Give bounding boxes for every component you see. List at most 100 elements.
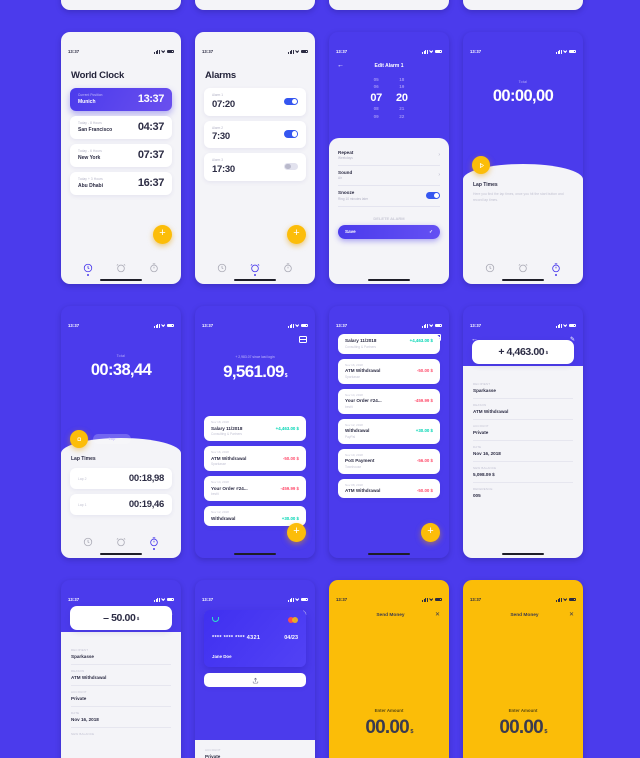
share-button[interactable] [204, 673, 306, 687]
transaction-date: Nov 16, 2018 [211, 450, 229, 454]
hour-option[interactable]: 08 [374, 106, 379, 111]
transaction-sub: bestit [211, 492, 219, 496]
clock-card[interactable]: Today - 8 Hours San Francisco 04:37 [70, 116, 172, 139]
transaction-sub: Townhouse [345, 464, 362, 469]
transaction-row[interactable]: Nov 08, 2018 ATM Withdrawal -50.00 $ [338, 478, 440, 498]
tab-alarms[interactable] [250, 263, 260, 276]
save-button[interactable]: Save ✓ [338, 224, 440, 239]
status-icons [556, 49, 576, 54]
snooze-toggle[interactable] [426, 191, 440, 200]
status-time: 13:37 [470, 323, 482, 328]
setting-row-repeat[interactable]: Repeat Weekdays › [338, 146, 440, 167]
back-arrow-icon[interactable]: ← [337, 62, 347, 69]
transaction-row[interactable]: Nov 12, 2018 Withdrawal +30.00 $ [204, 506, 306, 526]
transaction-row[interactable]: Nov 12, 2018 Withdrawal +30.00 $ PayPal [338, 418, 440, 444]
chevron-right-icon[interactable]: › [438, 172, 440, 178]
transaction-name: Your Order #24... [211, 485, 248, 491]
add-transaction-button[interactable]: + [287, 523, 306, 542]
tab-stopwatch[interactable] [149, 262, 159, 273]
clock-card[interactable]: Current Position Munich 13:37 [70, 88, 172, 111]
hour-option[interactable]: 06 [374, 84, 379, 89]
tab-active-dot [153, 547, 156, 550]
alarm-toggle[interactable] [284, 130, 298, 138]
hour-option[interactable]: 09 [374, 114, 379, 119]
amount-value[interactable]: 00.00 $ [463, 717, 583, 739]
transaction-amount: -459.99 $ [280, 485, 299, 491]
tab-world-clock[interactable] [217, 263, 227, 273]
alarm-card[interactable]: Alarm 3 17:30 [204, 153, 306, 181]
transaction-row[interactable]: Nov 16, 2018 ATM Withdrawal -50.00 $ Spa… [338, 358, 440, 384]
phone-card-detail: 13:37 ← ✎ ACCOUNT Private [195, 580, 315, 758]
amount-entry[interactable]: Enter Amount 00.00 $ [463, 708, 583, 739]
clock-city: Abu Dhabi [78, 182, 103, 189]
field-value: Sparkasse [71, 654, 94, 659]
lap-number: Lap 2 [78, 476, 87, 481]
signal-icon [556, 323, 562, 328]
phone-screen-cropped-1 [61, 0, 181, 10]
start-button[interactable] [472, 156, 490, 174]
lap-row: Lap 1 00:19,46 [70, 494, 172, 515]
clock-card[interactable]: Today + 3 Hours Abu Dhabi 16:37 [70, 172, 172, 195]
tab-stopwatch[interactable] [149, 536, 159, 550]
minute-option[interactable]: 18 [399, 77, 404, 82]
detail-field: DATE Nov 16, 2018 [71, 707, 171, 728]
phone-transaction-detail-income: 13:37 ← ✎ RECIPIENT Sparkasse REASON ATM… [463, 306, 583, 558]
transaction-amount-card: + 4,463.00 $ [472, 340, 574, 364]
close-icon[interactable]: ✕ [435, 612, 440, 618]
hour-option[interactable]: 05 [374, 77, 379, 82]
add-alarm-button[interactable]: + [287, 225, 306, 244]
chevron-right-icon[interactable]: › [438, 152, 440, 158]
amount-entry[interactable]: Enter Amount 00.00 $ [329, 708, 449, 739]
status-time: 13:37 [68, 49, 80, 54]
tab-alarms[interactable] [116, 263, 126, 273]
minute-selected[interactable]: 20 [396, 92, 408, 104]
play-icon [479, 162, 484, 168]
tab-stopwatch[interactable] [283, 262, 293, 273]
tab-world-clock[interactable] [485, 263, 495, 273]
tab-stopwatch[interactable] [551, 262, 561, 276]
transaction-row[interactable]: Nov 16, 2018 ATM Withdrawal -50.00 $ Spa… [204, 446, 306, 471]
transaction-row[interactable]: Nov 18, 2018 Salary 11/2018 +4,463.00 $ … [204, 416, 306, 441]
credit-card[interactable]: **** **** **** 4321 04/23 Jane Doe [204, 610, 306, 667]
status-icons [288, 323, 308, 328]
stop-button[interactable] [70, 430, 88, 448]
minute-option[interactable]: 21 [399, 106, 404, 111]
delete-alarm-button[interactable]: DELETE ALARM [338, 216, 440, 221]
clock-card[interactable]: Today - 6 Hours New York 07:37 [70, 144, 172, 167]
tab-alarms[interactable] [116, 537, 126, 547]
field-label: ACCOUNT [71, 690, 87, 694]
tab-world-clock[interactable] [83, 263, 93, 276]
setting-row-snooze[interactable]: Snooze Ring 10 minutes later [338, 186, 440, 207]
tab-alarms[interactable] [518, 263, 528, 273]
field-label: ACCOUNT [205, 748, 221, 752]
alarm-toggle[interactable] [284, 97, 298, 105]
time-picker[interactable]: 05 06 07 08 09 18 19 20 21 22 [329, 77, 449, 135]
setting-row-sound[interactable]: Sound Air › [338, 166, 440, 187]
transaction-row[interactable]: Nov 14, 2018 Your Order #24... -459.99 $… [204, 476, 306, 501]
tab-world-clock[interactable] [83, 537, 93, 547]
minute-option[interactable]: 22 [399, 114, 404, 119]
transaction-row[interactable]: Salary 11/2018 +4,463.00 $ Consulting & … [338, 334, 440, 354]
close-icon[interactable]: ✕ [569, 612, 574, 618]
alarm-toggle[interactable] [284, 162, 298, 170]
alarm-card[interactable]: Alarm 1 07:20 [204, 88, 306, 116]
transaction-row[interactable]: Nov 14, 2018 Your Order #24... -459.99 $… [338, 388, 440, 414]
status-time: 13:37 [68, 597, 80, 602]
hour-selected[interactable]: 07 [370, 92, 382, 104]
transaction-row[interactable]: Nov 10, 2018 PoS Payment -56.00 $ Townho… [338, 448, 440, 474]
minute-column[interactable]: 18 19 20 21 22 [396, 77, 408, 119]
card-icon[interactable] [299, 336, 307, 343]
status-icons [422, 323, 442, 328]
stopwatch-time: 00:00,00 [492, 87, 554, 105]
header: ← Edit Alarm 1 [329, 58, 449, 69]
field-value: Private [71, 696, 87, 701]
hour-column[interactable]: 05 06 07 08 09 [370, 77, 382, 119]
amount-value[interactable]: 00.00 $ [329, 717, 449, 739]
add-clock-button[interactable]: + [153, 225, 172, 244]
status-bar: 13:37 [61, 319, 181, 332]
minute-option[interactable]: 19 [399, 84, 404, 89]
clock-time: 04:37 [137, 121, 165, 133]
alarm-card[interactable]: Alarm 2 7:30 [204, 120, 306, 148]
add-transaction-button[interactable]: + [421, 523, 440, 542]
lap-button[interactable]: Lap [93, 434, 131, 444]
